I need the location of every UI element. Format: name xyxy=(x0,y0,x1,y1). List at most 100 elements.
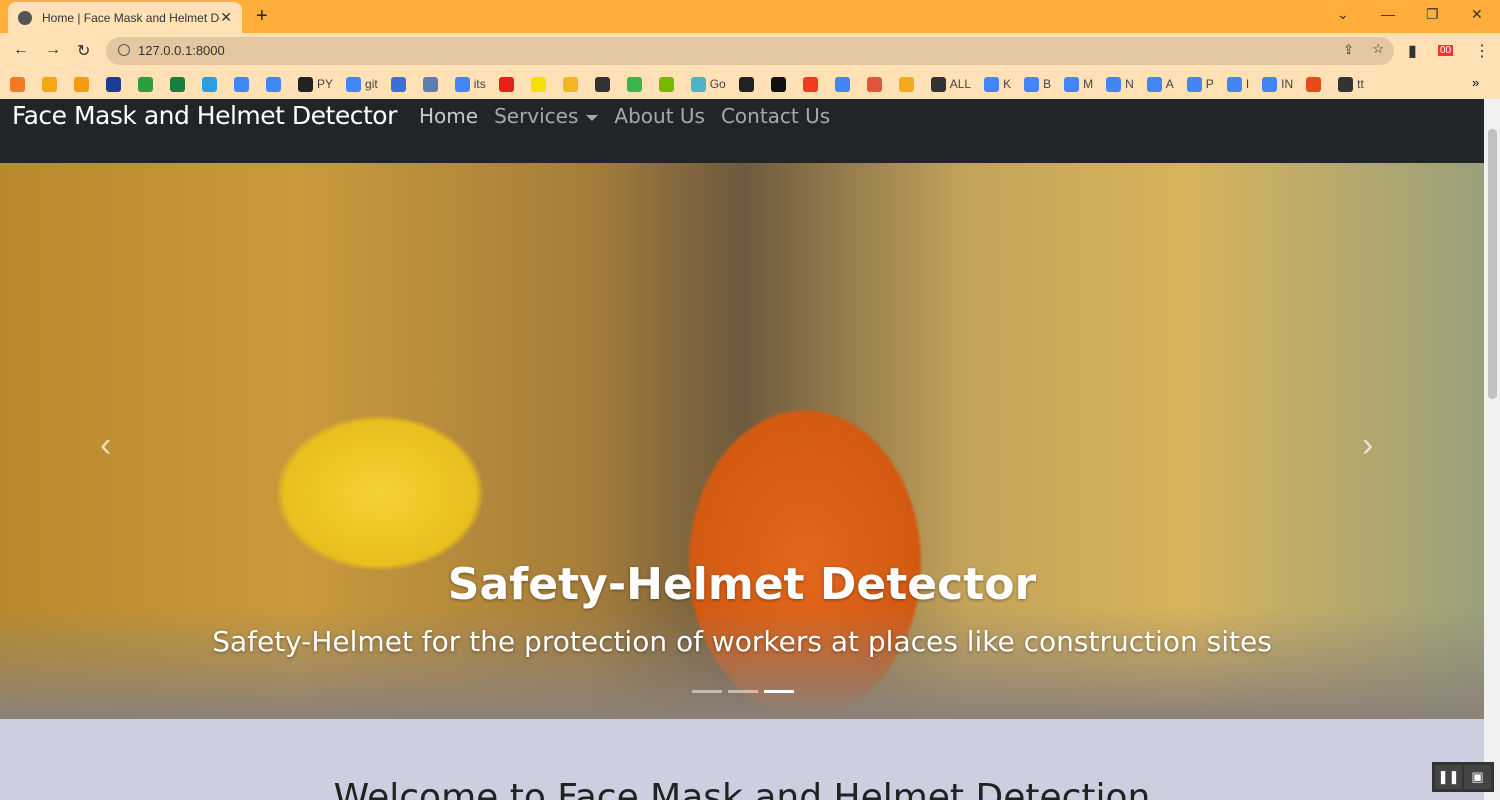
bookmark-item[interactable] xyxy=(106,76,125,92)
bookmark-item[interactable]: IN xyxy=(1262,76,1293,92)
bookmark-icon xyxy=(234,76,249,92)
scrollbar-thumb[interactable] xyxy=(1488,129,1497,399)
bookmark-item[interactable]: I xyxy=(1226,76,1250,92)
bookmark-item[interactable] xyxy=(74,76,93,92)
bookmark-icon xyxy=(1306,76,1322,92)
welcome-heading: Welcome to Face Mask and Helmet Detectio… xyxy=(333,777,1151,800)
bookmark-icon xyxy=(866,76,882,92)
bookmark-item[interactable] xyxy=(626,76,646,92)
carousel: ‹ › Safety-Helmet Detector Safety-Helmet… xyxy=(0,163,1484,719)
bookmark-item[interactable]: PY xyxy=(298,76,333,92)
bookmark-icon xyxy=(738,76,754,92)
bookmark-item[interactable]: K xyxy=(984,76,1012,92)
scrollbar[interactable] xyxy=(1484,99,1500,800)
bookmark-item[interactable] xyxy=(202,76,221,92)
bookmark-label: its xyxy=(473,77,486,91)
bookmark-item[interactable] xyxy=(234,76,253,92)
extension-icon[interactable]: 00 xyxy=(1438,45,1454,56)
close-tab-icon[interactable]: ✕ xyxy=(220,9,232,26)
bookmark-icon xyxy=(1186,76,1202,92)
bookmark-item[interactable]: git xyxy=(346,76,378,92)
tab-search-icon[interactable]: ⌄ xyxy=(1337,6,1349,23)
bookmark-item[interactable] xyxy=(866,76,886,92)
nav-contact[interactable]: Contact Us xyxy=(721,104,830,128)
menu-icon[interactable]: ⋮ xyxy=(1474,41,1490,61)
bookmark-icon xyxy=(170,76,185,92)
bookmark-item[interactable]: M xyxy=(1064,76,1093,92)
bookmark-label: B xyxy=(1043,77,1052,91)
bookmark-item[interactable] xyxy=(594,76,614,92)
nav-services[interactable]: Services xyxy=(494,104,599,128)
bookmark-icon xyxy=(1106,76,1122,92)
restore-button[interactable]: ❐ xyxy=(1426,6,1439,23)
star-icon[interactable]: ☆ xyxy=(1372,41,1384,57)
new-tab-button[interactable]: + xyxy=(256,5,268,28)
navbar: Face Mask and Helmet Detector Home Servi… xyxy=(0,99,1484,163)
bookmark-item[interactable] xyxy=(738,76,758,92)
bookmark-item[interactable] xyxy=(1306,76,1325,92)
bookmark-icon xyxy=(930,76,946,92)
indicator-3[interactable] xyxy=(764,690,794,693)
bookmark-item[interactable] xyxy=(498,76,518,92)
back-icon[interactable]: ← xyxy=(13,41,29,59)
bookmark-item[interactable] xyxy=(802,76,822,92)
nav-about[interactable]: About Us xyxy=(614,104,705,128)
page: Face Mask and Helmet Detector Home Servi… xyxy=(0,99,1484,800)
close-window-button[interactable]: ✕ xyxy=(1471,6,1483,23)
minimize-button[interactable]: — xyxy=(1381,6,1395,22)
bookmark-item[interactable]: B xyxy=(1024,76,1052,92)
share-icon[interactable]: ⇪ xyxy=(1343,42,1354,58)
bookmark-item[interactable]: A xyxy=(1146,76,1174,92)
bookmark-item[interactable] xyxy=(562,76,582,92)
bookmark-item[interactable] xyxy=(834,76,854,92)
expand-button[interactable]: ▣ xyxy=(1464,765,1491,789)
tab-title: Home | Face Mask and Helmet Detector xyxy=(42,10,220,25)
bookmark-item[interactable] xyxy=(898,76,918,92)
bookmark-label: N xyxy=(1125,77,1134,91)
navbar-brand[interactable]: Face Mask and Helmet Detector xyxy=(12,101,397,130)
bookmark-item[interactable]: tt xyxy=(1338,76,1364,92)
nav-home[interactable]: Home xyxy=(419,104,478,128)
side-panel-icon[interactable]: ▮ xyxy=(1408,41,1417,61)
bookmark-item[interactable] xyxy=(266,76,285,92)
carousel-title: Safety-Helmet Detector xyxy=(447,559,1037,610)
bookmark-item[interactable] xyxy=(170,76,189,92)
bookmark-item[interactable]: P xyxy=(1186,76,1214,92)
bookmark-icon xyxy=(266,76,281,92)
bookmark-item[interactable] xyxy=(390,76,410,92)
bookmark-icon xyxy=(1262,76,1278,92)
bookmark-item[interactable]: ALL xyxy=(930,76,971,92)
globe-icon xyxy=(18,10,32,25)
bookmark-item[interactable] xyxy=(42,76,61,92)
bookmark-item[interactable]: N xyxy=(1106,76,1134,92)
pause-button[interactable]: ❚❚ xyxy=(1435,765,1462,789)
bookmark-item[interactable]: its xyxy=(454,76,486,92)
address-bar[interactable]: 127.0.0.1:8000 ⇪ ☆ xyxy=(106,37,1394,65)
carousel-prev-icon[interactable]: ‹ xyxy=(100,426,111,465)
reload-icon[interactable]: ↻ xyxy=(77,41,90,61)
bookmarks-bar: PY git its Go ALL K B M N A P I IN tt xyxy=(0,69,1500,99)
bookmark-item[interactable]: Go xyxy=(690,76,726,92)
bookmark-icon xyxy=(74,76,89,92)
indicator-2[interactable] xyxy=(728,690,758,693)
bookmark-icon xyxy=(898,76,914,92)
bookmark-label: tt xyxy=(1357,77,1364,91)
bookmark-label: I xyxy=(1245,77,1250,91)
carousel-next-icon[interactable]: › xyxy=(1362,426,1373,465)
bookmark-item[interactable] xyxy=(10,76,29,92)
bookmark-item[interactable] xyxy=(770,76,790,92)
tab-bar: Home | Face Mask and Helmet Detector ✕ +… xyxy=(0,0,1500,33)
bookmark-icon xyxy=(802,76,818,92)
bookmark-icon xyxy=(626,76,642,92)
bookmark-item[interactable] xyxy=(530,76,550,92)
welcome-section: Welcome to Face Mask and Helmet Detectio… xyxy=(0,719,1484,800)
bookmarks-overflow-icon[interactable]: » xyxy=(1472,75,1479,90)
bookmark-label: K xyxy=(1003,77,1012,91)
bookmark-item[interactable] xyxy=(138,76,157,92)
indicator-1[interactable] xyxy=(692,690,722,693)
browser-tab[interactable]: Home | Face Mask and Helmet Detector ✕ xyxy=(8,2,242,33)
bookmark-item[interactable] xyxy=(658,76,678,92)
bookmark-item[interactable] xyxy=(422,76,442,92)
bookmark-icon xyxy=(390,76,406,92)
forward-icon[interactable]: → xyxy=(45,41,61,59)
